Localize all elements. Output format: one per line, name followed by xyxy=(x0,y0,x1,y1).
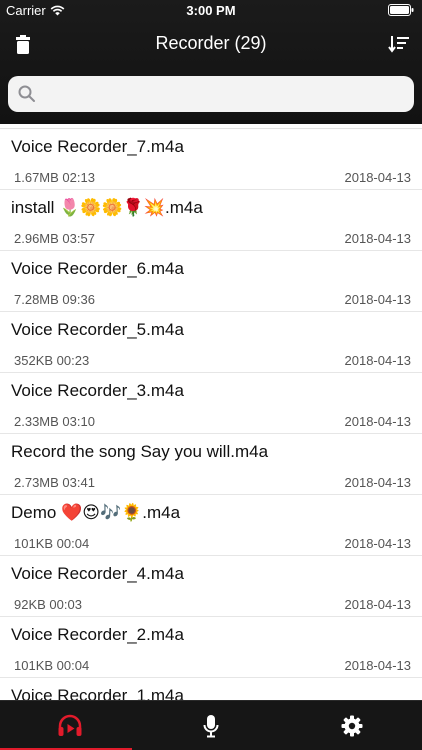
recording-date: 2018-04-13 xyxy=(344,170,412,185)
recording-date: 2018-04-13 xyxy=(344,292,412,307)
recording-name: Voice Recorder_1.m4a xyxy=(11,686,184,700)
recording-meta: 1.67MB 02:13 xyxy=(14,170,95,185)
search-input[interactable] xyxy=(42,76,406,112)
recording-name: Voice Recorder_4.m4a xyxy=(11,564,184,583)
list-item[interactable]: Voice Recorder_3.m4a 2.33MB 03:10 2018-0… xyxy=(0,373,422,434)
recording-meta: 101KB 00:04 xyxy=(14,536,90,551)
recording-meta: 352KB 00:23 xyxy=(14,353,90,368)
status-bar: Carrier 3:00 PM xyxy=(0,0,422,22)
list-item[interactable]: Record the song Say you will.m4a 2.73MB … xyxy=(0,434,422,495)
recording-date: 2018-04-13 xyxy=(344,353,412,368)
recording-date: 2018-04-13 xyxy=(344,658,412,673)
list-item[interactable]: Demo ❤️😍🎶🌻.m4a 101KB 00:04 2018-04-13 xyxy=(0,495,422,556)
tab-record[interactable] xyxy=(141,701,281,750)
recording-name: Voice Recorder_2.m4a xyxy=(11,625,184,644)
list-item[interactable]: Voice Recorder_7.m4a 1.67MB 02:13 2018-0… xyxy=(0,129,422,190)
list-item[interactable]: Voice Recorder_4.m4a 92KB 00:03 2018-04-… xyxy=(0,556,422,617)
recording-meta: 2.33MB 03:10 xyxy=(14,414,95,429)
list-item[interactable]: Voice Recorder_5.m4a 352KB 00:23 2018-04… xyxy=(0,312,422,373)
top-bar: Carrier 3:00 PM Recorder (29) xyxy=(0,0,422,124)
list-item[interactable]: Voice Recorder_2.m4a 101KB 00:04 2018-04… xyxy=(0,617,422,678)
recording-meta: 2.73MB 03:41 xyxy=(14,475,95,490)
list-item[interactable]: Voice Recorder_1.m4a xyxy=(0,678,422,700)
recording-name: Voice Recorder_7.m4a xyxy=(11,137,184,156)
recording-name: Voice Recorder_6.m4a xyxy=(11,259,184,278)
recording-date: 2018-04-13 xyxy=(344,231,412,246)
recording-name: Demo ❤️😍🎶🌻.m4a xyxy=(11,503,181,522)
recording-meta: 7.28MB 09:36 xyxy=(14,292,95,307)
recordings-list: Voice Recorder_7.m4a 1.67MB 02:13 2018-0… xyxy=(0,124,422,700)
battery-icon xyxy=(388,4,414,19)
page-title: Recorder (29) xyxy=(155,33,267,53)
list-item[interactable]: install 🌷🌼🌼🌹💥.m4a 2.96MB 03:57 2018-04-1… xyxy=(0,190,422,251)
recording-meta: 92KB 00:03 xyxy=(14,597,82,612)
recording-name: Record the song Say you will.m4a xyxy=(11,442,269,461)
recording-meta: 2.96MB 03:57 xyxy=(14,231,95,246)
headphones-play-icon xyxy=(58,714,82,736)
tab-recordings[interactable] xyxy=(0,701,140,750)
recording-meta: 101KB 00:04 xyxy=(14,658,90,673)
recording-name: Voice Recorder_3.m4a xyxy=(11,381,184,400)
recording-date: 2018-04-13 xyxy=(344,597,412,612)
tab-settings[interactable] xyxy=(282,701,422,750)
search-bar[interactable] xyxy=(8,76,414,112)
tab-bar xyxy=(0,700,422,750)
gear-icon xyxy=(341,715,363,737)
recording-date: 2018-04-13 xyxy=(344,475,412,490)
search-icon xyxy=(18,85,35,102)
sort-icon xyxy=(388,36,409,53)
status-time: 3:00 PM xyxy=(186,3,236,18)
navigation-bar: Recorder (29) xyxy=(0,22,422,66)
list-item[interactable]: Voice Recorder_6.m4a 7.28MB 09:36 2018-0… xyxy=(0,251,422,312)
recording-date: 2018-04-13 xyxy=(344,414,412,429)
microphone-icon xyxy=(203,715,219,738)
recording-date: 2018-04-13 xyxy=(344,536,412,551)
recorder-app: Carrier 3:00 PM Recorder (29) Voice Reco… xyxy=(0,0,422,750)
sort-button[interactable] xyxy=(384,30,414,58)
recording-name: install 🌷🌼🌼🌹💥.m4a xyxy=(11,198,203,217)
recording-name: Voice Recorder_5.m4a xyxy=(11,320,184,339)
